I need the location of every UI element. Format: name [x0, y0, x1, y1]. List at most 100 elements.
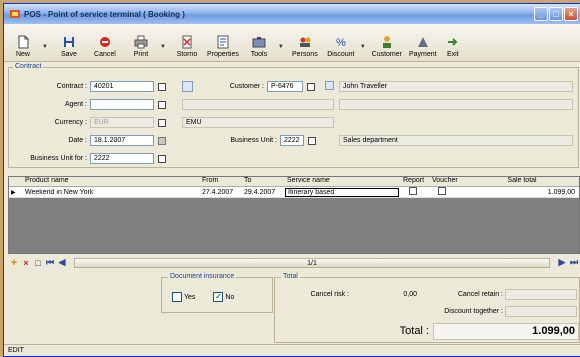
insurance-legend: Document insurance — [168, 273, 237, 280]
payment-button[interactable]: Payment — [406, 35, 440, 58]
cell-report[interactable] — [401, 187, 430, 197]
print-dropdown-icon[interactable]: ▼ — [160, 44, 166, 50]
col-sale-total[interactable]: Sale total — [463, 177, 579, 186]
payment-icon — [417, 37, 428, 47]
storno-button[interactable]: Storno — [170, 35, 204, 58]
printer-icon — [134, 35, 148, 49]
currency-field[interactable]: EUR — [90, 117, 154, 128]
storno-icon — [182, 35, 192, 49]
new-button[interactable]: New — [6, 35, 40, 58]
products-grid: Product name From To Service name Report… — [8, 176, 580, 254]
customer-extra-field — [339, 99, 573, 110]
properties-button[interactable]: Properties — [206, 35, 240, 58]
contract-info-icon[interactable] — [182, 81, 193, 92]
discount-together-field — [505, 306, 577, 317]
add-row-icon[interactable]: + — [8, 257, 20, 269]
total-value: 1.099,00 — [433, 322, 579, 340]
title-bar[interactable]: POS - Point of service terminal ( Bookin… — [4, 4, 580, 24]
business-unit-for-field[interactable]: 2222 — [90, 153, 154, 164]
minimize-button[interactable]: _ — [534, 7, 548, 21]
print-button[interactable]: Print — [124, 35, 158, 58]
status-bar: EDIT — [4, 344, 580, 356]
currency-picker-icon[interactable] — [158, 118, 166, 127]
grid-header: Product name From To Service name Report… — [9, 177, 579, 187]
last-record-icon[interactable]: ⏭ — [568, 257, 580, 268]
tools-dropdown-icon[interactable]: ▼ — [278, 44, 284, 50]
cell-service[interactable]: Itinerary based — [285, 187, 401, 197]
cell-sale-total[interactable]: 1.099,00 — [463, 189, 579, 196]
cancel-retain-field — [505, 289, 577, 300]
cancel-button[interactable]: Cancel — [88, 35, 122, 58]
cell-voucher[interactable] — [430, 187, 463, 197]
contract-field[interactable]: 40201 — [90, 81, 154, 92]
insurance-yes-option[interactable]: Yes — [172, 292, 195, 302]
app-icon — [10, 10, 20, 18]
persons-icon — [299, 37, 311, 47]
business-unit-picker-icon[interactable] — [308, 136, 316, 145]
customer-card-icon[interactable] — [325, 81, 334, 90]
new-doc-icon — [18, 35, 29, 49]
contract-legend: Contract — [13, 63, 44, 70]
business-unit-field[interactable]: 2222 — [280, 135, 304, 146]
contract-panel: Contract Contract : 40201 Agent : Curren… — [8, 63, 579, 168]
main-toolbar: New ▼ Save Cancel Print ▼ Storno Propert… — [4, 24, 580, 62]
report-checkbox[interactable] — [409, 187, 417, 195]
no-checkbox[interactable]: ✓ — [213, 292, 224, 302]
business-unit-name-field: Sales department — [339, 135, 573, 146]
svg-text:%: % — [336, 37, 346, 49]
col-report[interactable]: Report — [401, 177, 430, 186]
agent-label: Agent : — [64, 101, 87, 108]
date-field[interactable]: 18.1.2007 — [90, 135, 154, 146]
customer-icon — [382, 36, 391, 48]
insurance-box: Document insurance Yes ✓ No — [161, 273, 273, 313]
customer-field[interactable]: P-6476 — [267, 81, 303, 92]
next-record-icon[interactable]: ▶ — [556, 257, 568, 268]
calendar-icon[interactable] — [158, 136, 166, 145]
tools-button[interactable]: Tools — [242, 35, 276, 58]
cancel-risk-label: Cancel risk : — [310, 291, 349, 298]
new-dropdown-icon[interactable]: ▼ — [42, 44, 48, 50]
cell-to[interactable]: 29.4.2007 — [242, 189, 285, 196]
insurance-no-option[interactable]: ✓ No — [213, 292, 234, 302]
tools-icon — [252, 37, 266, 48]
customer-picker-icon[interactable] — [307, 82, 315, 91]
yes-checkbox[interactable] — [172, 292, 182, 302]
edit-row-icon[interactable]: □ — [32, 258, 44, 268]
contract-picker-icon[interactable] — [158, 82, 166, 91]
maximize-button[interactable]: □ — [549, 7, 563, 21]
col-to[interactable]: To — [242, 177, 285, 186]
currency-label: Currency : — [54, 119, 87, 126]
col-service-name[interactable]: Service name — [285, 177, 401, 186]
save-button[interactable]: Save — [52, 35, 86, 58]
voucher-checkbox[interactable] — [438, 187, 446, 195]
exit-icon — [447, 38, 458, 46]
discount-together-label: Discount together : — [444, 308, 503, 315]
col-from[interactable]: From — [200, 177, 242, 186]
total-box: Total Cancel risk : 0,00 Cancel retain :… — [274, 273, 580, 343]
persons-button[interactable]: Persons — [288, 35, 322, 58]
grid-navigation: + × □ ⏮ ◀ 1/1 ▶ ⏭ — [8, 256, 580, 269]
close-button[interactable]: × — [564, 7, 578, 21]
discount-dropdown-icon[interactable]: ▼ — [360, 44, 366, 50]
currency-name-field: EMU — [182, 117, 334, 128]
cell-from[interactable]: 27.4.2007 — [200, 189, 242, 196]
delete-row-icon[interactable]: × — [20, 258, 32, 268]
service-editor[interactable]: Itinerary based — [285, 187, 399, 197]
cancel-retain-label: Cancel retain : — [457, 291, 503, 298]
agent-picker-icon[interactable] — [158, 100, 166, 109]
col-product-name[interactable]: Product name — [23, 177, 200, 186]
business-unit-for-label: Business Unit for : — [30, 155, 87, 162]
table-row[interactable]: ▶ Weekend in New York 27.4.2007 29.4.200… — [9, 187, 579, 198]
date-label: Date : — [68, 137, 87, 144]
agent-field[interactable] — [90, 99, 154, 110]
cancel-icon — [99, 37, 110, 47]
prev-record-icon[interactable]: ◀ — [56, 257, 68, 268]
window-title: POS - Point of service terminal ( Bookin… — [24, 9, 185, 19]
first-record-icon[interactable]: ⏮ — [44, 257, 56, 268]
business-unit-for-picker-icon[interactable] — [158, 154, 166, 163]
discount-button[interactable]: % Discount — [324, 35, 358, 58]
cell-product[interactable]: Weekend in New York — [23, 189, 200, 196]
customer-button[interactable]: Customer — [370, 35, 404, 58]
col-voucher[interactable]: Voucher — [430, 177, 463, 186]
exit-button[interactable]: Exit — [442, 35, 464, 58]
